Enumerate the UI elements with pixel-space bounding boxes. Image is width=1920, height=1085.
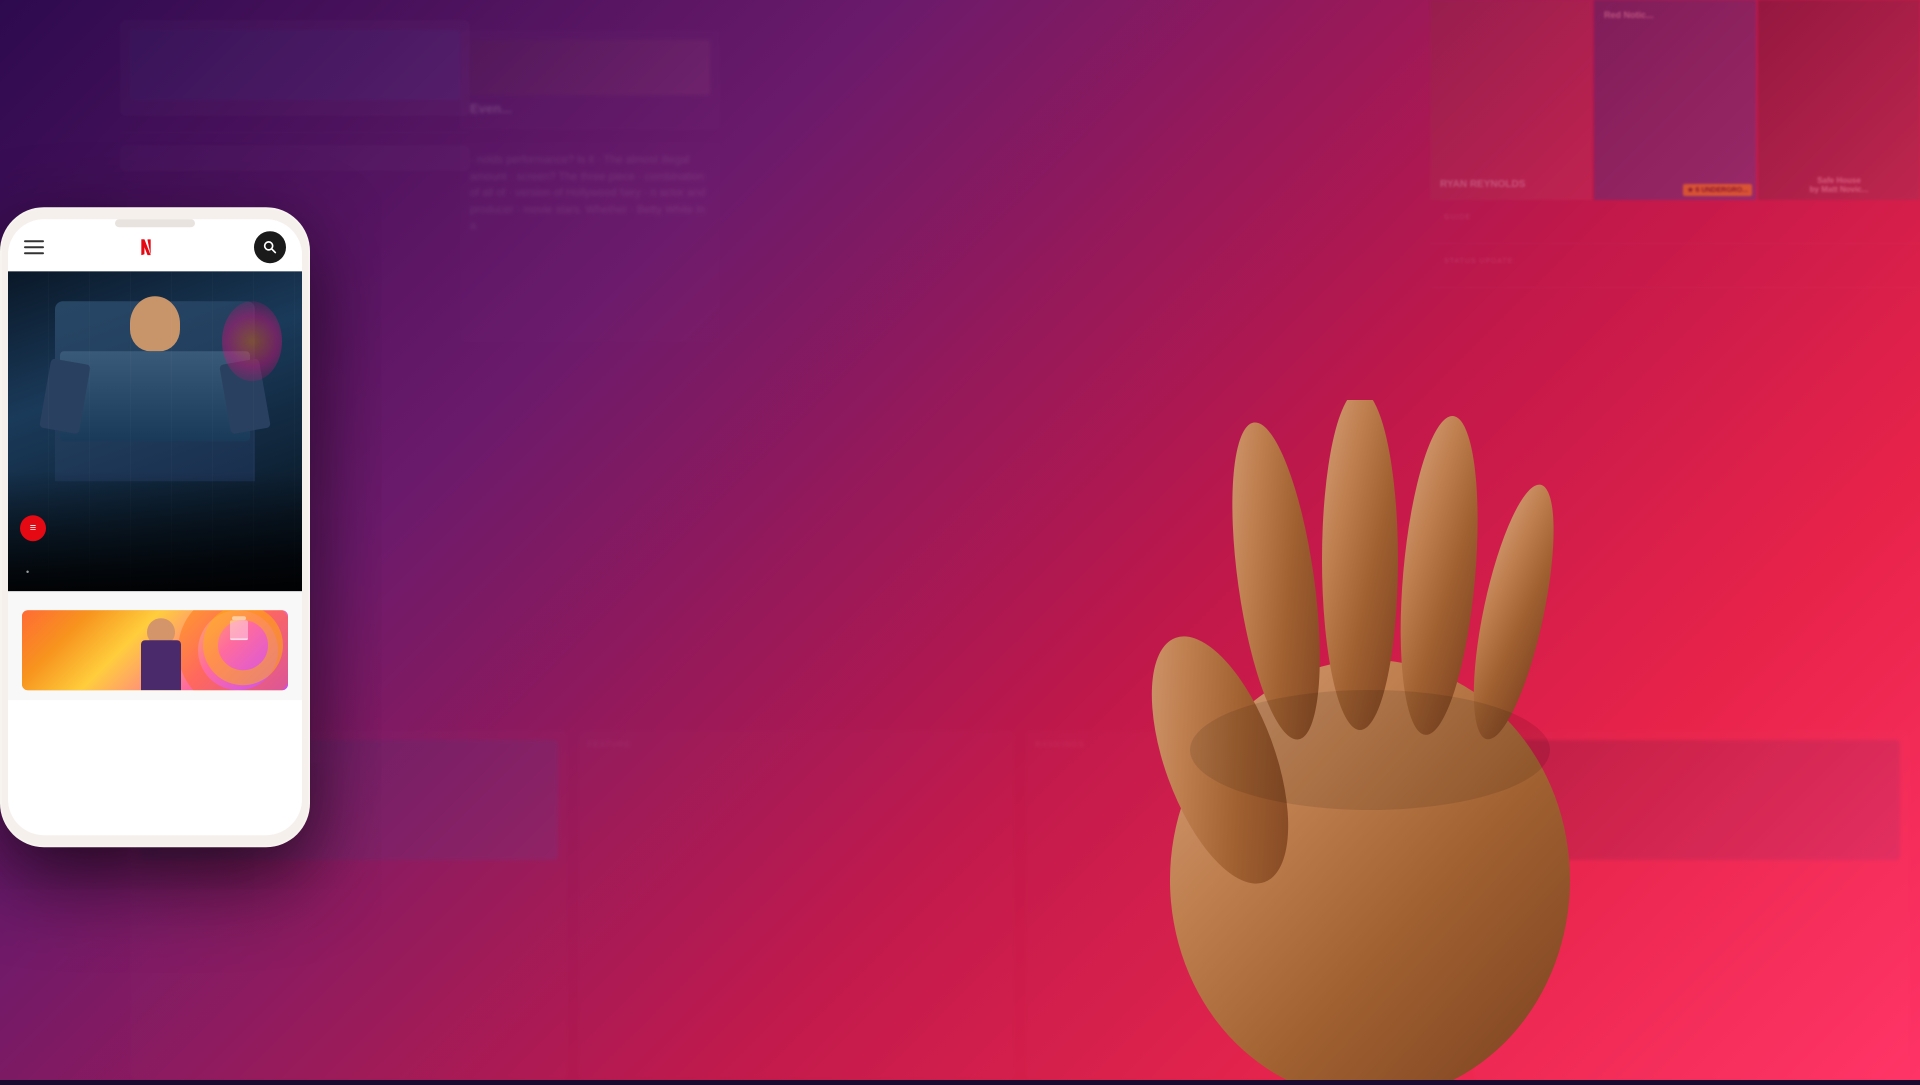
search-icon [262,239,278,255]
phone-frame: ≡ • [0,207,310,847]
article-meta: • [22,567,288,577]
phone-hero-image: ≡ • [8,271,302,591]
phone-menu-button[interactable] [24,240,44,254]
top-stories-section [8,591,302,700]
phone-search-button[interactable] [254,231,286,263]
phone-netflix-icon [138,239,154,255]
spotlight-image [22,610,288,690]
hero-article-overlay: • [8,553,302,591]
hero-tag-button[interactable]: ≡ [20,515,46,541]
phone-screen: ≡ • [8,219,302,835]
hand-shape [1130,400,1610,1080]
phone-logo [138,239,160,255]
phone-notch [115,219,195,227]
